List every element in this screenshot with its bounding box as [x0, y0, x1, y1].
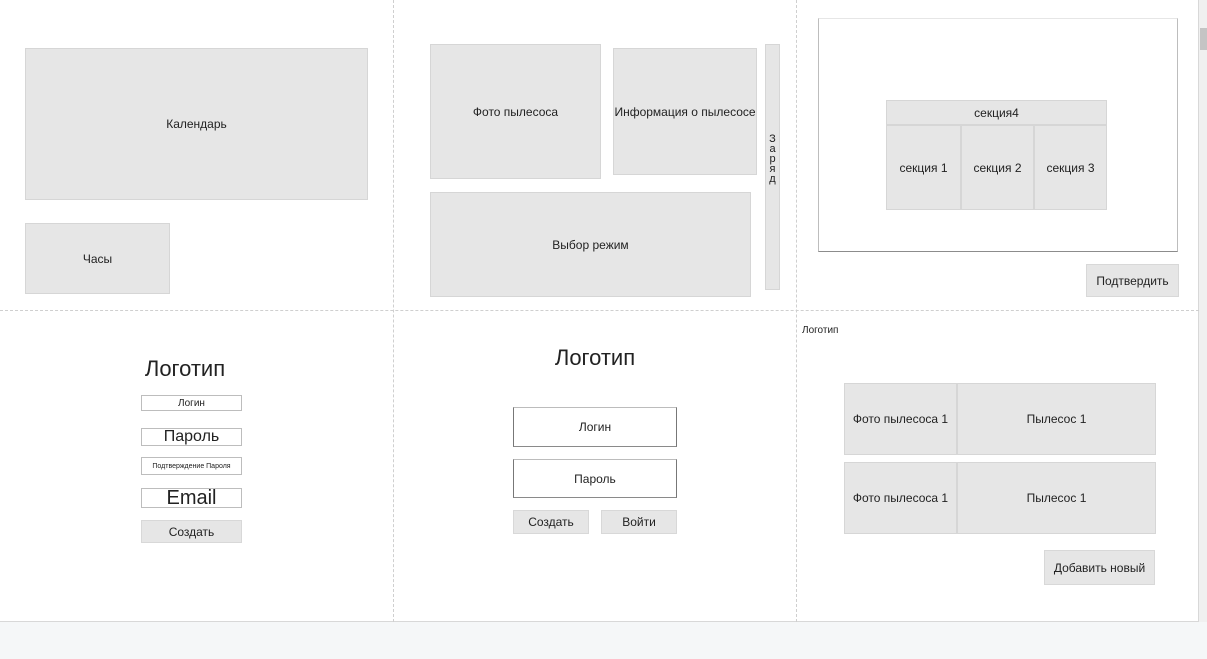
device-name: Пылесос 1 — [1026, 412, 1087, 426]
clock-label: Часы — [82, 251, 113, 266]
login-field-placeholder: Логин — [178, 397, 205, 409]
vacuum-photo-label: Фото пылесоса — [472, 104, 559, 119]
confirm-password-placeholder: Подтверждение Пароля — [152, 462, 231, 470]
device-item[interactable]: Пылесос 1 — [957, 383, 1156, 455]
create-button[interactable]: Создать — [513, 510, 589, 534]
device-name: Пылесос 1 — [1026, 491, 1087, 505]
section-3-label: секция 3 — [1046, 160, 1095, 175]
mode-selector-label: Выбор режим — [552, 237, 629, 252]
login-field[interactable]: Логин — [141, 395, 242, 411]
login-field[interactable]: Логин — [513, 407, 677, 447]
logo: Логотип — [554, 345, 636, 370]
logo: Логотип — [144, 356, 226, 381]
create-account-button[interactable]: Создать — [141, 520, 242, 543]
vacuum-info-panel: Информация о пылесосе — [613, 48, 757, 175]
sign-in-button-label: Войти — [622, 515, 656, 529]
device-photo-label: Фото пылесоса 1 — [852, 491, 949, 505]
section-1-label: секция 1 — [899, 160, 948, 175]
column-divider — [393, 0, 394, 622]
email-field[interactable]: Email — [141, 488, 242, 508]
password-field[interactable]: Пароль — [513, 459, 677, 498]
email-field-placeholder: Email — [166, 488, 217, 508]
section-1[interactable]: секция 1 — [886, 125, 961, 210]
vertical-scrollbar[interactable] — [1199, 0, 1207, 622]
sign-in-button[interactable]: Войти — [601, 510, 677, 534]
section-4[interactable]: секция4 — [886, 100, 1107, 125]
wireframe-canvas: Календарь Часы Фото пылесоса Информация … — [0, 0, 1199, 622]
section-2-label: секция 2 — [973, 160, 1022, 175]
calendar-label: Календарь — [166, 117, 227, 131]
confirm-button-label: Подтвердить — [1096, 273, 1169, 288]
charge-label: Заряд — [766, 133, 779, 183]
device-photo: Фото пылесоса 1 — [844, 383, 957, 455]
row-divider — [0, 310, 1199, 311]
device-photo-label: Фото пылесоса 1 — [852, 412, 949, 426]
vacuum-info-label: Информация о пылесосе — [614, 104, 756, 119]
vacuum-photo: Фото пылесоса — [430, 44, 601, 179]
logo: Логотип — [802, 325, 839, 336]
add-device-label: Добавить новый — [1053, 560, 1146, 575]
calendar-widget[interactable]: Календарь — [25, 48, 368, 200]
section-4-label: секция4 — [974, 105, 1019, 120]
device-photo: Фото пылесоса 1 — [844, 462, 957, 534]
password-field-placeholder: Пароль — [574, 471, 616, 486]
section-2[interactable]: секция 2 — [961, 125, 1034, 210]
add-device-button[interactable]: Добавить новый — [1044, 550, 1155, 585]
section-3[interactable]: секция 3 — [1034, 125, 1107, 210]
scrollbar-thumb[interactable] — [1200, 28, 1207, 50]
confirm-button[interactable]: Подтвердить — [1086, 264, 1179, 297]
charge-indicator: Заряд — [765, 44, 780, 290]
clock-widget[interactable]: Часы — [25, 223, 170, 294]
create-button-label: Создать — [528, 515, 574, 529]
device-item[interactable]: Пылесос 1 — [957, 462, 1156, 534]
login-field-placeholder: Логин — [578, 420, 612, 434]
column-divider — [796, 0, 797, 622]
create-account-label: Создать — [168, 524, 215, 539]
mode-selector[interactable]: Выбор режим — [430, 192, 751, 297]
password-field[interactable]: Пароль — [141, 428, 242, 446]
confirm-password-field[interactable]: Подтверждение Пароля — [141, 457, 242, 475]
password-field-placeholder: Пароль — [163, 428, 220, 445]
